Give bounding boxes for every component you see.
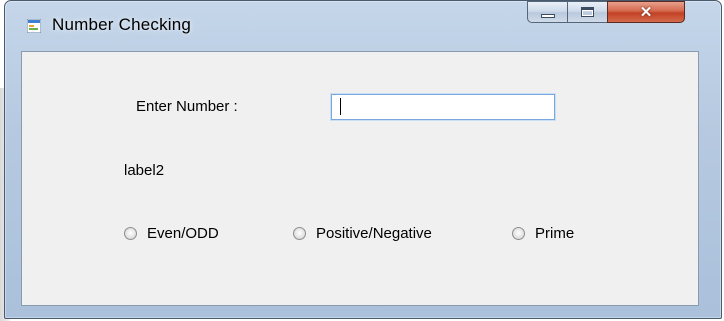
number-input[interactable] [331, 94, 555, 120]
maximize-button[interactable] [567, 1, 607, 23]
form-client-area: Enter Number : label2 Even/ODD Positive/… [21, 51, 699, 306]
text-caret [340, 98, 341, 115]
radio-even-odd-label: Even/ODD [147, 225, 219, 242]
radio-button-icon [512, 227, 525, 240]
form-icon [27, 19, 41, 33]
maximize-icon [581, 7, 594, 17]
radio-button-icon [293, 227, 306, 240]
app-window: Number Checking ✕ Enter Number : label2 … [4, 0, 722, 319]
radio-positive-negative[interactable]: Positive/Negative [293, 225, 432, 242]
result-label: label2 [124, 162, 165, 179]
title-bar[interactable]: Number Checking ✕ [5, 1, 721, 51]
minimize-icon [540, 14, 555, 18]
close-icon: ✕ [639, 3, 653, 21]
enter-number-label: Enter Number : [136, 98, 238, 115]
window-title: Number Checking [52, 15, 192, 34]
minimize-button[interactable] [527, 1, 567, 23]
radio-prime-label: Prime [535, 225, 575, 242]
radio-prime[interactable]: Prime [512, 225, 574, 242]
radio-positive-negative-label: Positive/Negative [316, 225, 432, 242]
close-button[interactable]: ✕ [607, 1, 685, 23]
radio-button-icon [124, 227, 137, 240]
radio-even-odd[interactable]: Even/ODD [124, 225, 219, 242]
